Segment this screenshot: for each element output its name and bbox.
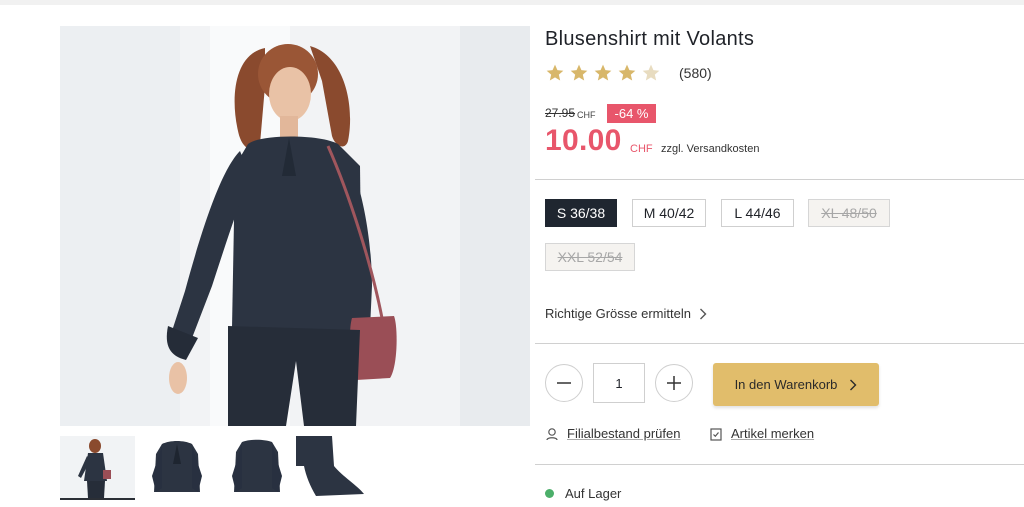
product-title: Blusenshirt mit Volants xyxy=(545,28,755,50)
divider xyxy=(535,343,1024,344)
wishlist-link[interactable]: Artikel merken xyxy=(709,426,814,441)
in-stock-indicator-icon xyxy=(545,489,554,498)
star-empty-icon xyxy=(642,64,660,81)
product-main-image[interactable] xyxy=(60,26,530,426)
add-to-cart-button[interactable]: In den Warenkorb xyxy=(713,363,879,406)
star-icon xyxy=(546,64,564,81)
location-pin-icon xyxy=(546,427,558,440)
thumbnail-back[interactable] xyxy=(220,436,295,500)
store-stock-link[interactable]: Filialbestand prüfen xyxy=(545,426,680,441)
star-icon xyxy=(594,64,612,81)
availability-status: Auf Lager xyxy=(545,486,621,501)
quantity-input[interactable] xyxy=(593,363,645,403)
store-stock-label: Filialbestand prüfen xyxy=(567,426,681,441)
rating-count[interactable]: (580) xyxy=(679,65,712,81)
star-icon xyxy=(570,64,588,81)
availability-label: Auf Lager xyxy=(565,486,622,501)
thumbnail-detail[interactable] xyxy=(296,436,371,500)
current-price-currency: CHF xyxy=(630,143,653,155)
shipping-note: zzgl. Versandkosten xyxy=(661,143,760,155)
divider xyxy=(535,464,1024,465)
thumbnail-model[interactable] xyxy=(60,436,135,500)
divider xyxy=(535,179,1024,180)
wishlist-label: Artikel merken xyxy=(731,426,815,441)
star-icon xyxy=(618,64,636,81)
quantity-decrease-button[interactable] xyxy=(545,364,583,402)
rating[interactable]: (580) xyxy=(545,63,712,83)
plus-icon xyxy=(667,376,681,390)
model-illustration xyxy=(166,44,397,426)
quantity-increase-button[interactable] xyxy=(655,364,693,402)
current-price: 10.00 xyxy=(545,124,622,157)
size-button-xl[interactable]: XL 48/50 xyxy=(808,199,890,227)
minus-icon xyxy=(557,382,571,384)
add-to-cart-label: In den Warenkorb xyxy=(734,377,838,392)
size-guide-link[interactable]: Richtige Grösse ermitteln xyxy=(545,306,707,321)
old-price-currency: CHF xyxy=(577,110,596,120)
size-button-l[interactable]: L 44/46 xyxy=(721,199,794,227)
chevron-right-icon xyxy=(699,308,707,319)
size-guide-label: Richtige Grösse ermitteln xyxy=(545,306,691,321)
clipboard-check-icon xyxy=(710,427,722,441)
thumbnail-front[interactable] xyxy=(140,436,215,500)
top-strip xyxy=(0,0,1024,5)
size-button-m[interactable]: M 40/42 xyxy=(632,199,706,227)
size-button-s[interactable]: S 36/38 xyxy=(545,199,617,227)
old-price: 27.95 xyxy=(545,106,576,120)
size-button-xxl[interactable]: XXL 52/54 xyxy=(545,243,635,271)
discount-badge: -64 % xyxy=(607,104,656,123)
chevron-right-icon xyxy=(850,379,857,390)
